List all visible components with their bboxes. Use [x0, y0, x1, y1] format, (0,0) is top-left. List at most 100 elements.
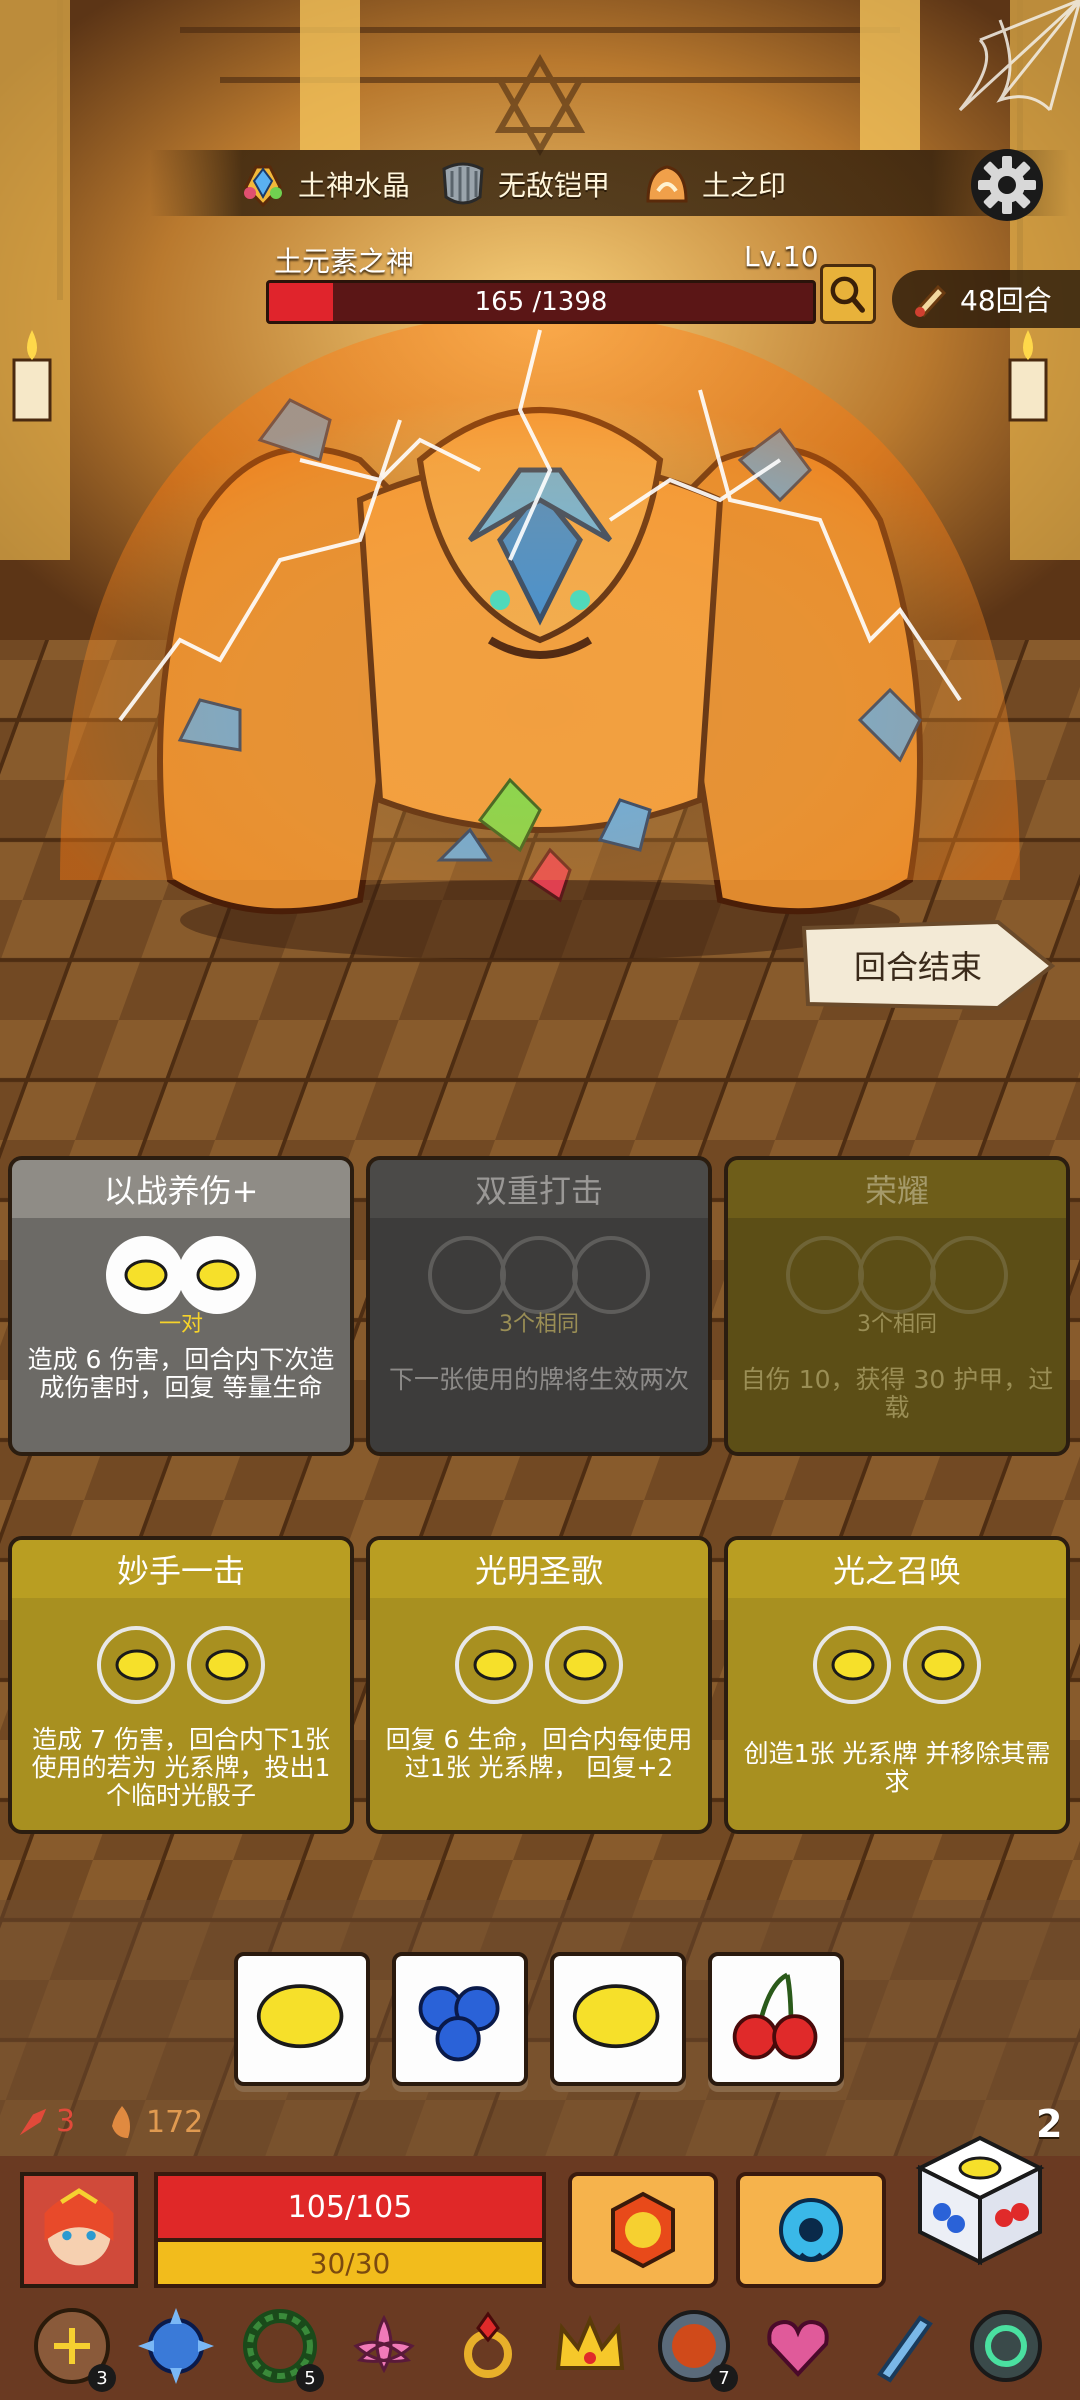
card-description: 回复 6 生命，回合内每使用过1张 光系牌， 回复+2: [385, 1725, 693, 1782]
dice-slots: [12, 1236, 350, 1314]
skill-button-fire[interactable]: [568, 2172, 718, 2288]
dice-slots: [728, 1236, 1066, 1314]
lemon-icon: [115, 1649, 159, 1681]
die-lemon[interactable]: [550, 1952, 686, 2086]
attack-stat: 3: [16, 2104, 75, 2139]
relic-count-badge: 7: [710, 2364, 738, 2392]
card-requirement: 3个相同: [499, 1312, 579, 1337]
die-lemon[interactable]: [234, 1952, 370, 2086]
lemon-icon: [831, 1649, 875, 1681]
dice-slot[interactable]: [455, 1626, 533, 1704]
card-description: 造成 7 伤害，回合内下1张使用的若为 光系牌，投出1个临时光骰子: [31, 1725, 331, 1810]
relic-armor-label: 无敌铠甲: [498, 169, 611, 202]
heroine-portrait: [24, 2176, 134, 2284]
relic-slot[interactable]: [134, 2304, 218, 2388]
round-label: 48回合: [960, 284, 1052, 317]
card-holy-hymn[interactable]: 光明圣歌 回复 6 生命，回合内每使用过1张 光系牌， 回复+2: [366, 1536, 712, 1834]
card-title: 妙手一击: [12, 1540, 350, 1598]
player-avatar[interactable]: [20, 2172, 138, 2288]
dice-slots: [370, 1626, 708, 1704]
relic-crystal-label: 土神水晶: [298, 169, 411, 202]
relic-slot[interactable]: [342, 2304, 426, 2388]
crown-icon: [555, 2314, 625, 2370]
blueberry-icon: [418, 1986, 500, 2062]
boss-hp-text: 165 /1398: [474, 287, 608, 317]
card-light-summon[interactable]: 光之召唤 创造1张 光系牌 并移除其需求: [724, 1536, 1070, 1834]
dice-slot[interactable]: [428, 1236, 506, 1314]
die-blueberry[interactable]: [392, 1952, 528, 2086]
dice-slot[interactable]: [97, 1626, 175, 1704]
dice-slots: [370, 1236, 708, 1314]
attack-value: 3: [56, 2104, 76, 2139]
attack-icon: [19, 2108, 47, 2135]
dice-slot[interactable]: [813, 1626, 891, 1704]
end-turn-button[interactable]: 回合结束: [798, 918, 1058, 1012]
fire-stat: 172: [104, 2104, 203, 2140]
3d-die-icon: [915, 2135, 1045, 2266]
water-eye-icon: [779, 2198, 843, 2262]
relic-slot[interactable]: 5: [238, 2304, 324, 2392]
lotus-icon: [353, 2314, 415, 2374]
card-title: 以战养伤+: [12, 1160, 350, 1218]
dice-slots: [728, 1626, 1066, 1704]
lemon-icon: [124, 1259, 168, 1291]
card-deft-strike[interactable]: 妙手一击 造成 7 伤害，回合内下1张使用的若为 光系牌，投出1个临时光骰子: [8, 1536, 354, 1834]
dice-slot[interactable]: [178, 1236, 256, 1314]
ruby-ring-icon: [464, 2311, 512, 2378]
dice-slot[interactable]: [786, 1236, 864, 1314]
dice-slot[interactable]: [106, 1236, 184, 1314]
card-description: 下一张使用的牌将生效两次: [388, 1365, 689, 1394]
skill-button-water[interactable]: [736, 2172, 886, 2288]
inspect-boss-button[interactable]: [820, 264, 876, 324]
relic-slot[interactable]: [964, 2304, 1048, 2388]
card-double-strike[interactable]: 双重打击 3个相同 下一张使用的牌将生效两次: [366, 1156, 712, 1456]
boss-relic-bar: 土神水晶 无敌铠甲 土之印: [150, 150, 1070, 216]
fire-value: 172: [146, 2104, 204, 2140]
gear-icon: [971, 149, 1043, 221]
cherry-icon: [732, 1972, 818, 2060]
dice-slot[interactable]: [903, 1626, 981, 1704]
card-title: 荣耀: [728, 1160, 1066, 1218]
lemon-icon: [205, 1649, 249, 1681]
crystal-icon: [244, 165, 282, 208]
relic-count-badge: 5: [296, 2364, 324, 2392]
dice-slot[interactable]: [572, 1236, 650, 1314]
dice-slot[interactable]: [187, 1626, 265, 1704]
dice-slot[interactable]: [500, 1236, 578, 1314]
lemon-icon: [256, 1984, 344, 2049]
card-heal-on-fight[interactable]: 以战养伤+ 一对 造成 6 伤害，回合内下次造成伤害时，回复 等量生命: [8, 1156, 354, 1456]
end-turn-label: 回合结束: [853, 948, 982, 986]
player-hp-bar: 105/105: [154, 2172, 546, 2242]
fire-gem-icon: [611, 2191, 675, 2269]
boss-name: 土元素之神: [274, 245, 415, 278]
lemon-icon: [473, 1649, 517, 1681]
relic-slot[interactable]: [446, 2304, 530, 2388]
reroll-die-button[interactable]: [912, 2132, 1048, 2268]
card-glory[interactable]: 荣耀 3个相同 自伤 10，获得 30 护甲，过载: [724, 1156, 1070, 1456]
card-requirement: 一对: [158, 1312, 203, 1337]
dice-slot[interactable]: [858, 1236, 936, 1314]
relic-slot[interactable]: 3: [30, 2304, 116, 2392]
dice-slot[interactable]: [545, 1626, 623, 1704]
relic-crystal[interactable]: 土神水晶: [236, 158, 410, 210]
dice-slot[interactable]: [930, 1236, 1008, 1314]
relic-slot[interactable]: [860, 2304, 944, 2388]
cycle-rune-icon: [970, 2310, 1042, 2382]
relic-slot[interactable]: 7: [652, 2304, 738, 2392]
card-description: 创造1张 光系牌 并移除其需求: [743, 1739, 1051, 1796]
relic-armor[interactable]: 无敌铠甲: [436, 158, 610, 210]
player-relic-row: 3 5 7: [0, 2298, 1080, 2400]
relic-slot[interactable]: [548, 2304, 632, 2388]
card-title: 光明圣歌: [370, 1540, 708, 1598]
die-cherry[interactable]: [708, 1952, 844, 2086]
relic-earth-seal[interactable]: 土之印: [640, 158, 786, 210]
flame-icon: [112, 2106, 130, 2138]
relic-earth-seal-label: 土之印: [702, 169, 787, 202]
scroll-icon: [915, 284, 947, 318]
crystal-dagger-icon: [877, 2315, 933, 2383]
settings-button[interactable]: [966, 144, 1048, 226]
player-mp-bar: 30/30: [154, 2242, 546, 2288]
earth-seal-icon: [646, 165, 688, 203]
relic-slot[interactable]: [756, 2304, 840, 2388]
boss-hp-bar: 165 /1398: [266, 280, 816, 324]
